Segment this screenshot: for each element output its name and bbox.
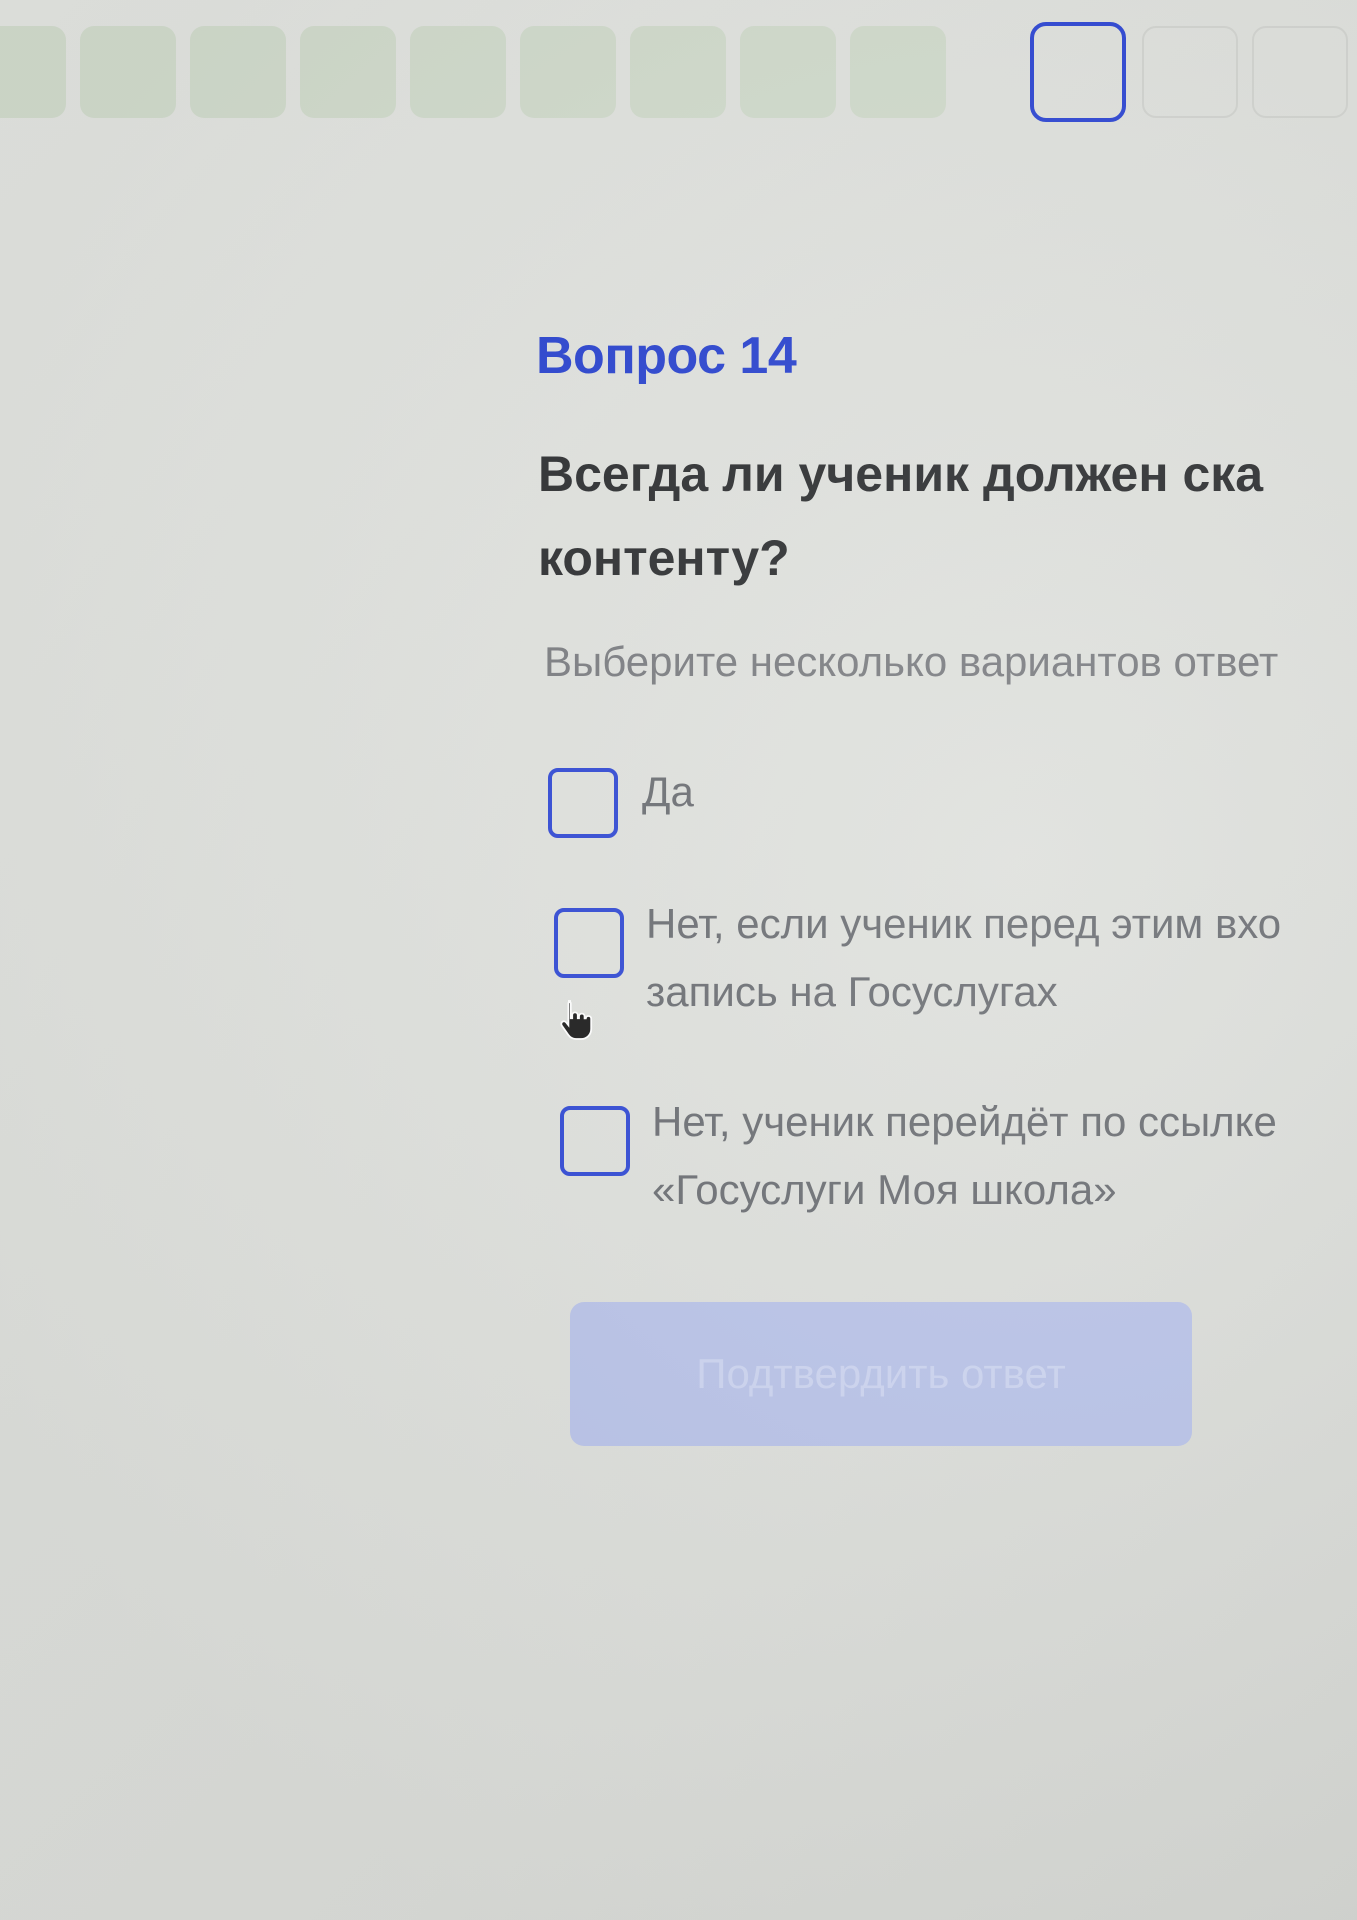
checkbox[interactable] (548, 768, 618, 838)
progress-step-current[interactable] (1030, 22, 1126, 122)
progress-step-answered[interactable] (740, 26, 836, 118)
question-text-line: контенту? (538, 530, 790, 586)
progress-step-answered[interactable] (630, 26, 726, 118)
submit-answer-button[interactable]: Подтвердить ответ (570, 1302, 1192, 1446)
progress-step-answered[interactable] (0, 26, 66, 118)
progress-step-answered[interactable] (190, 26, 286, 118)
answer-option-label-line: запись на Госуслугах (646, 968, 1058, 1015)
progress-step-answered[interactable] (520, 26, 616, 118)
answer-option-label[interactable]: Да (642, 758, 694, 826)
progress-step-unanswered[interactable] (1252, 26, 1348, 118)
hand-pointer-icon (560, 1000, 593, 1040)
question-text: Всегда ли ученик должен ска контенту? (538, 432, 1357, 600)
progress-step-answered[interactable] (80, 26, 176, 118)
answer-option-label-line: «Госуслуги Моя школа» (652, 1166, 1117, 1213)
question-text-line: Всегда ли ученик должен ска (538, 446, 1264, 502)
answer-option-label[interactable]: Нет, если ученик перед этим вхо запись н… (646, 890, 1357, 1026)
answer-option-label[interactable]: Нет, ученик перейдёт по ссылке «Госуслуг… (652, 1088, 1357, 1224)
answer-hint: Выберите несколько вариантов ответ (544, 638, 1279, 685)
answer-option-label-line: Нет, если ученик перед этим вхо (646, 900, 1282, 947)
checkbox[interactable] (554, 908, 624, 978)
answer-option-label-line: Да (642, 768, 694, 815)
quiz-page: { "progress": { "done_count": 9, "curren… (0, 0, 1357, 1920)
progress-step-answered[interactable] (410, 26, 506, 118)
progress-step-answered[interactable] (300, 26, 396, 118)
question-number: Вопрос 14 (536, 327, 797, 385)
checkbox[interactable] (560, 1106, 630, 1176)
progress-step-answered[interactable] (850, 26, 946, 118)
progress-step-unanswered[interactable] (1142, 26, 1238, 118)
question-progress-bar (0, 22, 1357, 122)
answer-option-label-line: Нет, ученик перейдёт по ссылке (652, 1098, 1277, 1145)
